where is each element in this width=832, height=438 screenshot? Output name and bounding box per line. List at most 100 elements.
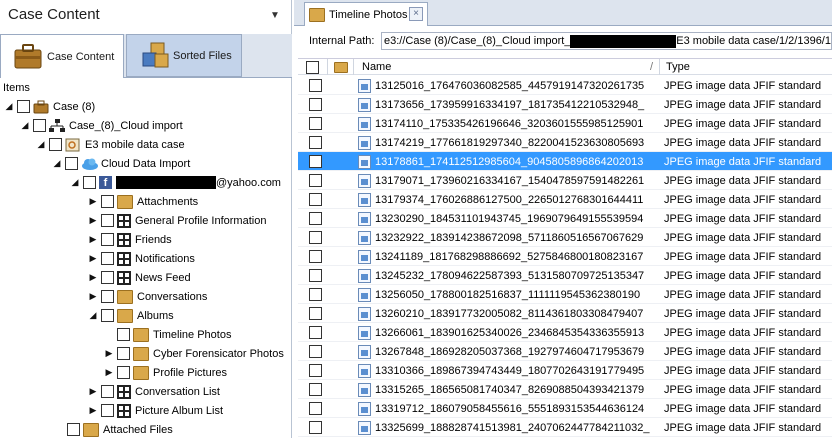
- expand-icon[interactable]: ▶: [88, 386, 98, 397]
- table-row[interactable]: 13267848_186928205037368_192797460471795…: [298, 342, 832, 361]
- collapse-icon[interactable]: ◢: [88, 310, 98, 321]
- close-icon[interactable]: ×: [409, 7, 423, 21]
- tab-sorted-files[interactable]: Sorted Files: [126, 34, 242, 77]
- expand-icon[interactable]: ▶: [88, 215, 98, 226]
- row-checkbox-cell[interactable]: [306, 190, 325, 209]
- row-checkbox[interactable]: [309, 269, 322, 282]
- tree-item-profile-pictures[interactable]: ▶ Profile Pictures: [104, 363, 227, 382]
- tree-item-facebook-account[interactable]: ◢ f @yahoo.com: [70, 173, 281, 192]
- tree-item-timeline-photos[interactable]: Timeline Photos: [114, 325, 231, 344]
- row-checkbox[interactable]: [309, 250, 322, 263]
- tree-item-conversation-list[interactable]: ▶ Conversation List: [88, 382, 220, 401]
- checkbox[interactable]: [101, 385, 114, 398]
- tree-item-general-profile[interactable]: ▶ General Profile Information: [88, 211, 266, 230]
- table-row[interactable]: 13260210_183917732005082_811436180330847…: [298, 304, 832, 323]
- row-checkbox[interactable]: [309, 174, 322, 187]
- row-checkbox[interactable]: [309, 79, 322, 92]
- table-row[interactable]: 13125016_176476036082585_445791914732026…: [298, 76, 832, 95]
- table-row[interactable]: 13325699_188828741513981_240706244778421…: [298, 418, 832, 437]
- row-checkbox[interactable]: [309, 136, 322, 149]
- row-checkbox-cell[interactable]: [306, 361, 325, 380]
- table-row[interactable]: 13232922_183914238672098_571186051656706…: [298, 228, 832, 247]
- checkbox[interactable]: [17, 100, 30, 113]
- row-checkbox-cell[interactable]: [306, 133, 325, 152]
- collapse-icon[interactable]: ◢: [36, 139, 46, 150]
- row-checkbox-cell[interactable]: [306, 95, 325, 114]
- icon-column-header[interactable]: [328, 59, 354, 75]
- table-row[interactable]: 13319712_186079058455616_555189315354463…: [298, 399, 832, 418]
- checkbox[interactable]: [83, 176, 96, 189]
- tree-item-cloud-data-import[interactable]: ◢ Cloud Data Import: [52, 154, 190, 173]
- checkbox[interactable]: [101, 252, 114, 265]
- table-row[interactable]: 13266061_183901625340026_234684535433635…: [298, 323, 832, 342]
- row-checkbox-cell[interactable]: [306, 76, 325, 95]
- tree-item-notifications[interactable]: ▶ Notifications: [88, 249, 195, 268]
- table-row[interactable]: 13230290_184531101943745_196907964915553…: [298, 209, 832, 228]
- table-row[interactable]: 13256050_178800182516837_111111954536238…: [298, 285, 832, 304]
- select-all-checkbox-header[interactable]: [298, 59, 328, 75]
- select-all-checkbox[interactable]: [306, 60, 319, 74]
- tree-item-case[interactable]: ◢ Case (8): [4, 97, 95, 116]
- row-checkbox-cell[interactable]: [306, 171, 325, 190]
- tree-item-cloud-import[interactable]: ◢ Case_(8)_Cloud import: [20, 116, 183, 135]
- row-checkbox-cell[interactable]: [306, 228, 325, 247]
- row-checkbox-cell[interactable]: [306, 285, 325, 304]
- tree-item-picture-album-list[interactable]: ▶ Picture Album List: [88, 401, 223, 420]
- checkbox[interactable]: [101, 214, 114, 227]
- tree-item-mobile-case[interactable]: ◢ E3 mobile data case: [36, 135, 185, 154]
- expand-icon[interactable]: ▶: [88, 253, 98, 264]
- table-row[interactable]: 13241189_181768298886692_527584680018082…: [298, 247, 832, 266]
- row-checkbox[interactable]: [309, 307, 322, 320]
- type-column-header[interactable]: Type: [660, 59, 832, 75]
- row-checkbox[interactable]: [309, 383, 322, 396]
- table-row[interactable]: 13315265_186565081740347_826908850439342…: [298, 380, 832, 399]
- expand-icon[interactable]: ▶: [88, 196, 98, 207]
- checkbox[interactable]: [101, 195, 114, 208]
- row-checkbox-cell[interactable]: [306, 380, 325, 399]
- expand-icon[interactable]: ▶: [88, 234, 98, 245]
- checkbox[interactable]: [117, 347, 130, 360]
- row-checkbox[interactable]: [309, 212, 322, 225]
- checkbox[interactable]: [101, 404, 114, 417]
- row-checkbox[interactable]: [309, 288, 322, 301]
- row-checkbox[interactable]: [309, 98, 322, 111]
- tree-item-attachments[interactable]: ▶ Attachments: [88, 192, 198, 211]
- tree-item-conversations[interactable]: ▶ Conversations: [88, 287, 207, 306]
- table-row[interactable]: 13174219_177661819297340_822004152363080…: [298, 133, 832, 152]
- row-checkbox-cell[interactable]: [306, 418, 325, 437]
- checkbox[interactable]: [117, 328, 130, 341]
- checkbox[interactable]: [65, 157, 78, 170]
- table-row[interactable]: 13179071_173960216334167_154047859759148…: [298, 171, 832, 190]
- table-row[interactable]: 13179374_176026886127500_226501276830164…: [298, 190, 832, 209]
- row-checkbox-cell[interactable]: [306, 304, 325, 323]
- table-row[interactable]: 13310366_189867394743449_180770264319177…: [298, 361, 832, 380]
- row-checkbox-cell[interactable]: [306, 114, 325, 133]
- table-row[interactable]: 13245232_178094622587393_513158070972513…: [298, 266, 832, 285]
- row-checkbox[interactable]: [309, 421, 322, 434]
- table-row[interactable]: 13178861_174112512985604_904580589686420…: [298, 152, 832, 171]
- expand-icon[interactable]: ▶: [104, 348, 114, 359]
- expand-icon[interactable]: ▶: [88, 291, 98, 302]
- collapse-icon[interactable]: ◢: [52, 158, 62, 169]
- tab-timeline-photos[interactable]: Timeline Photos ×: [304, 2, 428, 26]
- collapse-icon[interactable]: ◢: [4, 101, 14, 112]
- checkbox[interactable]: [101, 309, 114, 322]
- row-checkbox-cell[interactable]: [306, 323, 325, 342]
- collapse-icon[interactable]: ◢: [20, 120, 30, 131]
- expand-icon[interactable]: ▶: [88, 405, 98, 416]
- row-checkbox[interactable]: [309, 193, 322, 206]
- checkbox[interactable]: [49, 138, 62, 151]
- checkbox[interactable]: [67, 423, 80, 436]
- expand-icon[interactable]: ▶: [104, 367, 114, 378]
- name-column-header[interactable]: Name /: [354, 59, 660, 75]
- row-checkbox[interactable]: [309, 231, 322, 244]
- table-row[interactable]: 13174110_175335426196646_320360155598512…: [298, 114, 832, 133]
- tab-case-content[interactable]: Case Content: [0, 34, 124, 78]
- tree-item-albums[interactable]: ◢ Albums: [88, 306, 174, 325]
- expand-icon[interactable]: ▶: [88, 272, 98, 283]
- row-checkbox[interactable]: [309, 117, 322, 130]
- pin-icon[interactable]: ▼: [270, 10, 280, 21]
- checkbox[interactable]: [117, 366, 130, 379]
- checkbox[interactable]: [101, 271, 114, 284]
- row-checkbox[interactable]: [309, 402, 322, 415]
